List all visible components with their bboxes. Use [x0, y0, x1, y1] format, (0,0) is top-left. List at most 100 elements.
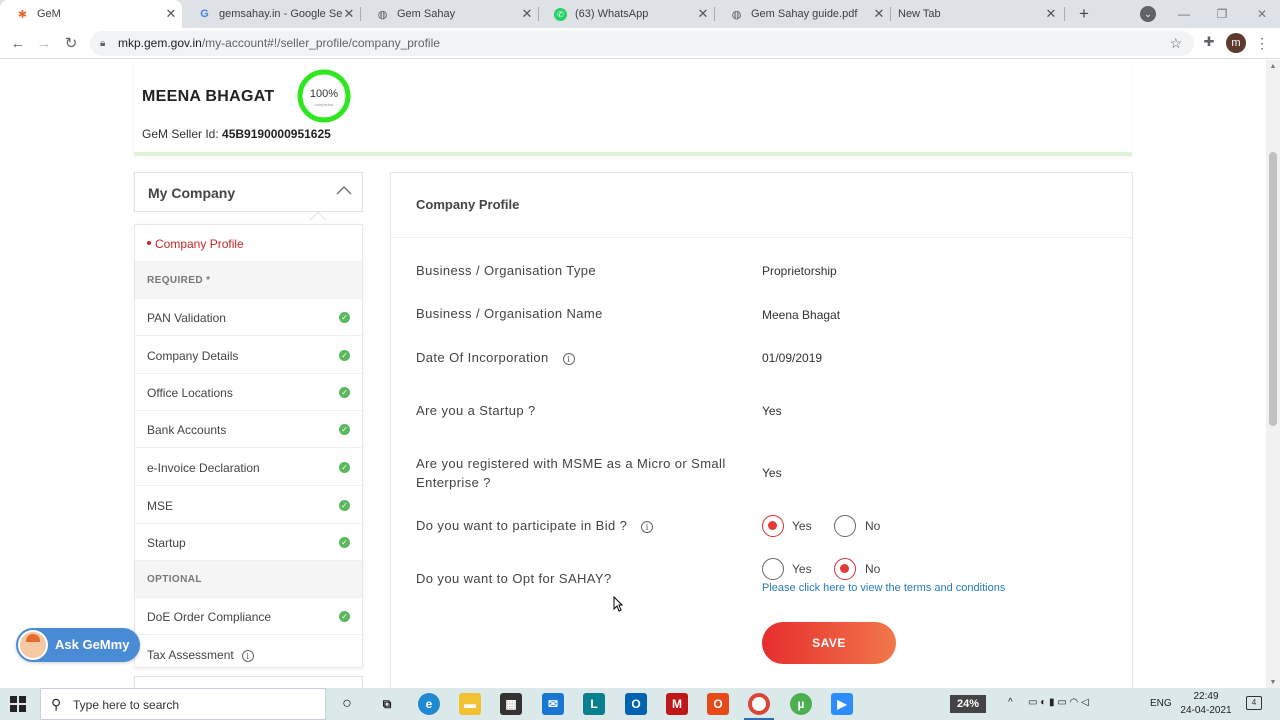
bid-no-radio[interactable] [834, 515, 856, 537]
sidebar-item-e-invoice-declaration[interactable]: e-Invoice Declaration ✓ [135, 449, 362, 486]
task-view-icon[interactable]: ⧉ [376, 693, 398, 715]
sidebar-item-label: Office Locations [147, 386, 233, 400]
sidebar-item-doe-order-compliance[interactable]: DoE Order Compliance ✓ [135, 598, 362, 635]
scrollbar-thumb[interactable] [1269, 152, 1277, 426]
google-icon: G [200, 8, 209, 20]
file-explorer-icon[interactable]: ▬ [459, 693, 481, 715]
sidebar-item-tax-assessment[interactable]: Tax Assessment i [135, 636, 362, 673]
browser-menu-icon[interactable]: ⋮ [1254, 33, 1270, 53]
l-app-icon[interactable]: L [583, 693, 605, 715]
address-bar[interactable]: 🔒︎ mkp.gem.gov.in/my-account#!/seller_pr… [90, 31, 1194, 56]
seller-id-line: GeM Seller Id: 45B9190000951625 [142, 127, 331, 141]
tab-whatsapp[interactable]: ✆ (63) WhatsApp ✕ [538, 0, 714, 28]
ask-gemmy-button[interactable]: Ask GeMmy [16, 628, 140, 662]
bid-yes-label[interactable]: Yes [792, 519, 812, 533]
tab-gem-sahay-pdf[interactable]: ◍ Gem Sahay guide.pdf ✕ [714, 0, 890, 28]
sidebar-item-label: Company Profile [155, 237, 244, 251]
section-required: REQUIRED * [135, 262, 362, 299]
tab-google-search[interactable]: G gemsahay.in - Google Search ✕ [182, 0, 360, 28]
profile-avatar[interactable]: m [1226, 33, 1246, 53]
taskbar-search[interactable]: ⚲ Type here to search [40, 688, 326, 720]
tab-search-icon[interactable]: ⌄ [1140, 6, 1156, 22]
utorrent-icon[interactable]: µ [790, 693, 812, 715]
taskbar-clock[interactable]: 22:49 24-04-2021 [1176, 690, 1236, 718]
info-icon[interactable]: i [641, 520, 654, 533]
check-circle-icon: ✓ [339, 462, 350, 473]
mail-icon[interactable]: ✉ [542, 693, 564, 715]
sidebar-next-section [134, 676, 363, 688]
close-icon[interactable]: ✕ [696, 6, 710, 22]
my-company-dropdown[interactable]: My Company [134, 172, 363, 212]
check-circle-icon: ✓ [339, 387, 350, 398]
sahay-no-label[interactable]: No [865, 562, 880, 576]
edge-icon[interactable]: e [418, 693, 440, 715]
close-icon[interactable]: ✕ [164, 6, 178, 22]
cortana-icon[interactable]: ○ [336, 693, 358, 715]
window-close-icon[interactable]: ✕ [1252, 4, 1272, 24]
chrome-icon[interactable] [748, 693, 770, 715]
zoom-icon[interactable]: ▶ [831, 693, 853, 715]
language-indicator[interactable]: ENG [1150, 698, 1172, 709]
back-icon[interactable]: ← [7, 33, 29, 55]
lock-icon[interactable]: 🔒︎ [100, 31, 105, 56]
sidebar-item-bank-accounts[interactable]: Bank Accounts ✓ [135, 411, 362, 448]
info-icon[interactable]: i [562, 352, 575, 365]
forward-icon[interactable]: → [33, 33, 55, 55]
bid-no-label[interactable]: No [865, 519, 880, 533]
bookmark-star-icon[interactable]: ☆ [1169, 31, 1182, 56]
field-label-bid: Do you want to participate in Bid ? i [416, 516, 654, 535]
notification-icon[interactable]: 4 [1246, 696, 1262, 710]
info-icon[interactable]: i [241, 649, 254, 662]
save-button[interactable]: SAVE [762, 622, 896, 664]
sahay-no-radio[interactable] [834, 558, 856, 580]
scroll-down-icon[interactable]: ▼ [1268, 679, 1278, 686]
tray-app-icons[interactable]: ▭ ◐ ▮ ▭ ◠ ◁ [1028, 697, 1089, 708]
extensions-icon[interactable]: ✚ [1200, 34, 1218, 52]
section-optional: OPTIONAL [135, 561, 362, 598]
sahay-yes-label[interactable]: Yes [792, 562, 812, 576]
new-tab-button[interactable]: + [1074, 4, 1094, 24]
sidebar-item-mse[interactable]: MSE ✓ [135, 487, 362, 524]
tab-gem-sahay[interactable]: ◍ Gem Sahay ✕ [360, 0, 538, 28]
seller-id-label: GeM Seller Id: [142, 127, 219, 141]
restore-icon[interactable]: ❐ [1212, 4, 1232, 24]
field-label-msme: Are you registered with MSME as a Micro … [416, 456, 726, 490]
close-icon[interactable]: ✕ [1044, 6, 1058, 22]
sidebar-item-company-details[interactable]: Company Details ✓ [135, 337, 362, 374]
page-scrollbar[interactable]: ▲ ▼ [1266, 60, 1280, 688]
field-value-startup: Yes [762, 404, 782, 418]
sidebar-item-startup[interactable]: Startup ✓ [135, 524, 362, 561]
tab-new-tab[interactable]: New Tab ✕ [882, 0, 1062, 28]
sidebar-item-pan-validation[interactable]: PAN Validation ✓ [135, 299, 362, 336]
close-icon[interactable]: ✕ [342, 6, 356, 22]
terms-link[interactable]: Please click here to view the terms and … [762, 582, 1005, 594]
sidebar-item-office-locations[interactable]: Office Locations ✓ [135, 374, 362, 411]
tray-chevron-icon[interactable]: ^ [1008, 697, 1013, 708]
battery-percent-badge[interactable]: 24% [950, 695, 986, 713]
sidebar-item-label: Bank Accounts [147, 423, 227, 437]
tab-gem[interactable]: ✱ GeM ✕ [0, 0, 182, 28]
outlook-icon[interactable]: O [625, 693, 647, 715]
windows-start-icon[interactable] [10, 696, 26, 712]
field-label-startup: Are you a Startup ? [416, 403, 536, 418]
minimize-icon[interactable]: — [1174, 4, 1194, 24]
store-icon[interactable]: ▦ [500, 693, 522, 715]
mcafee-icon[interactable]: M [666, 693, 688, 715]
close-icon[interactable]: ✕ [520, 6, 534, 22]
sidebar-item-label: PAN Validation [147, 311, 226, 325]
scroll-up-icon[interactable]: ▲ [1268, 63, 1278, 70]
field-label-incorporation: Date Of Incorporation i [416, 348, 575, 367]
sidebar-item-company-profile[interactable]: Company Profile [135, 225, 362, 262]
bid-yes-radio[interactable] [762, 515, 784, 537]
office-icon[interactable]: O [707, 693, 729, 715]
sidebar-item-label: e-Invoice Declaration [147, 461, 260, 475]
field-label-org-name: Business / Organisation Name [416, 306, 603, 321]
sidebar-header-label: My Company [148, 185, 236, 201]
tab-title: Gem Sahay [397, 8, 456, 20]
sahay-yes-radio[interactable] [762, 558, 784, 580]
chevron-up-icon[interactable] [334, 179, 354, 203]
active-dot [147, 241, 151, 245]
field-label-org-type: Business / Organisation Type [416, 263, 597, 278]
reload-icon[interactable]: ↻ [60, 33, 82, 55]
check-circle-icon: ✓ [339, 500, 350, 511]
